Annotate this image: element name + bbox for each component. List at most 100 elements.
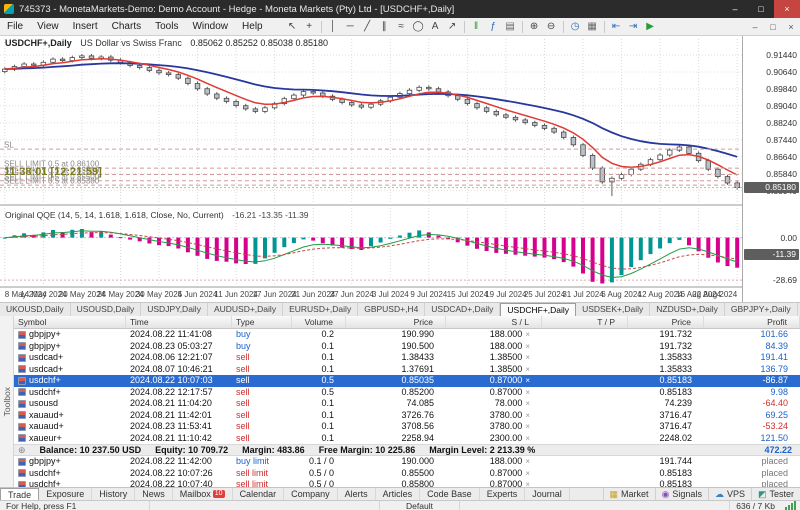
chart-tab-ukousd[interactable]: UKOUSD,Daily	[0, 303, 71, 316]
child-minimize-button[interactable]: –	[746, 19, 764, 35]
vertical-line-icon[interactable]: │	[325, 19, 342, 35]
trade-row[interactable]: usdchf+2024.08.22 10:07:03sell0.50.85035…	[14, 375, 800, 387]
toolbox-tab-exposure[interactable]: Exposure	[39, 488, 92, 500]
sl-close-icon[interactable]: ×	[525, 469, 530, 478]
menu-item-file[interactable]: File	[0, 18, 30, 35]
trade-row[interactable]: usdcad+2024.08.07 10:46:21sell0.11.37691…	[14, 364, 800, 376]
toolbox-tab-calendar[interactable]: Calendar	[233, 488, 285, 500]
arrow-tool-icon[interactable]: ↗	[444, 19, 461, 35]
close-button[interactable]: ×	[774, 0, 800, 18]
indicators-icon[interactable]: ƒ	[485, 19, 502, 35]
child-close-button[interactable]: ×	[782, 19, 800, 35]
chart-tab-gbpusd+[interactable]: GBPUSD+,H4	[358, 303, 425, 316]
timeframes-icon[interactable]: ◷	[567, 19, 584, 35]
toolbox-tab-trade[interactable]: Trade	[0, 488, 39, 500]
sl-close-icon[interactable]: ×	[525, 330, 530, 339]
toolbox-side-tab[interactable]: Toolbox	[0, 316, 14, 487]
crosshair-icon[interactable]: +	[301, 19, 318, 35]
maximize-button[interactable]: □	[748, 0, 774, 18]
toolbox-tab-mailbox[interactable]: Mailbox10	[173, 488, 233, 500]
sl-close-icon[interactable]: ×	[525, 342, 530, 351]
trade-table-header[interactable]: SymbolTimeTypeVolumePriceS / LT / PPrice…	[14, 316, 800, 329]
sl-close-icon[interactable]: ×	[525, 376, 530, 385]
cursor-icon[interactable]: ↖	[284, 19, 301, 35]
fibonacci-icon[interactable]: ≈	[393, 19, 410, 35]
trade-row[interactable]: usdchf+2024.08.22 12:17:57sell0.50.85200…	[14, 387, 800, 399]
column-header-sl[interactable]: S / L	[446, 316, 542, 328]
zoom-out-icon[interactable]: ⊖	[543, 19, 560, 35]
sl-close-icon[interactable]: ×	[525, 457, 530, 466]
trade-row[interactable]: gbpjpy+2024.08.22 11:41:08buy0.2190.9901…	[14, 329, 800, 341]
sl-close-icon[interactable]: ×	[525, 434, 530, 443]
chart-tab-eurusd+[interactable]: EURUSD+,Daily	[283, 303, 358, 316]
horizontal-line-icon[interactable]: ─	[342, 19, 359, 35]
chart-tab-usdsek+[interactable]: USDSEK+,Daily	[576, 303, 650, 316]
chart-tab-gbpjpy+[interactable]: GBPJPY+,Daily	[725, 303, 798, 316]
order-row[interactable]: usdchf+2024.08.22 10:07:40sell limit0.5 …	[14, 479, 800, 487]
order-row[interactable]: usdchf+2024.08.22 10:07:26sell limit0.5 …	[14, 468, 800, 480]
child-restore-button[interactable]: □	[764, 19, 782, 35]
column-header-type[interactable]: Type	[232, 316, 292, 328]
toolbox-tab-experts[interactable]: Experts	[480, 488, 526, 500]
trade-row[interactable]: usdcad+2024.08.06 12:21:07sell0.11.38433…	[14, 352, 800, 364]
menu-item-charts[interactable]: Charts	[105, 18, 148, 35]
equidistant-channel-icon[interactable]: ∥	[376, 19, 393, 35]
menu-item-view[interactable]: View	[30, 18, 66, 35]
sl-close-icon[interactable]: ×	[525, 480, 530, 487]
toolbox-tab-articles[interactable]: Articles	[376, 488, 421, 500]
trade-row[interactable]: usousd2024.08.21 11:04:20sell0.174.08578…	[14, 398, 800, 410]
zoom-in-icon[interactable]: ⊕	[526, 19, 543, 35]
chart-tab-audusd+[interactable]: AUDUSD+,Daily	[208, 303, 283, 316]
corner-button-market[interactable]: ▦Market	[603, 488, 655, 500]
menu-item-window[interactable]: Window	[185, 18, 235, 35]
chart-tab-usdcad+[interactable]: USDCAD+,Daily	[425, 303, 500, 316]
toolbox-tab-history[interactable]: History	[92, 488, 135, 500]
sl-close-icon[interactable]: ×	[525, 399, 530, 408]
trendline-icon[interactable]: ╱	[359, 19, 376, 35]
balance-expand-icon[interactable]: ⊕	[18, 445, 26, 456]
menu-item-insert[interactable]: Insert	[66, 18, 105, 35]
chart-tab-usdchf+[interactable]: USDCHF+,Daily	[500, 303, 576, 316]
sl-close-icon[interactable]: ×	[525, 388, 530, 397]
toolbox-tab-news[interactable]: News	[135, 488, 173, 500]
minimize-button[interactable]: –	[722, 0, 748, 18]
objects-list-icon[interactable]: ▤	[502, 19, 519, 35]
ellipse-icon[interactable]: ◯	[410, 19, 427, 35]
chart-tab-usousd[interactable]: USOUSD,Daily	[71, 303, 142, 316]
text-label-icon[interactable]: A	[427, 19, 444, 35]
chart-tab-nzdusd+[interactable]: NZDUSD+,Daily	[650, 303, 725, 316]
connection-bars-icon[interactable]	[785, 501, 796, 510]
trade-row[interactable]: gbpjpy+2024.08.23 05:03:27buy0.1190.5001…	[14, 341, 800, 353]
sl-close-icon[interactable]: ×	[525, 365, 530, 374]
sl-close-icon[interactable]: ×	[525, 353, 530, 362]
auto-scroll-icon[interactable]: ⇥	[625, 19, 642, 35]
trade-row[interactable]: xauaud+2024.08.21 11:42:01sell0.13726.76…	[14, 410, 800, 422]
corner-button-tester[interactable]: ◩Tester	[751, 488, 800, 500]
sl-close-icon[interactable]: ×	[525, 422, 530, 431]
chart-shift-icon[interactable]: ⇤	[608, 19, 625, 35]
menu-item-help[interactable]: Help	[235, 18, 270, 35]
column-header-tp[interactable]: T / P	[542, 316, 628, 328]
toolbox-tab-journal[interactable]: Journal	[525, 488, 570, 500]
corner-button-signals[interactable]: ◉Signals	[655, 488, 708, 500]
column-header-profit[interactable]: Profit	[704, 316, 800, 328]
column-header-price[interactable]: Price	[346, 316, 446, 328]
toolbox-tab-alerts[interactable]: Alerts	[338, 488, 376, 500]
column-header-time[interactable]: Time	[126, 316, 232, 328]
one-click-trading-icon[interactable]: ▶	[642, 19, 659, 35]
chart-canvas[interactable]: 8 May 202414 May 202420 May 202424 May 2…	[0, 36, 742, 302]
column-header-symbol[interactable]: Symbol	[14, 316, 126, 328]
grid-icon[interactable]: ▦	[584, 19, 601, 35]
menu-item-tools[interactable]: Tools	[148, 18, 185, 35]
column-header-price[interactable]: Price	[628, 316, 704, 328]
toolbox-tab-company[interactable]: Company	[284, 488, 338, 500]
chart-tab-usdjpy[interactable]: USDJPY,Daily	[141, 303, 208, 316]
column-header-volume[interactable]: Volume	[292, 316, 346, 328]
order-row[interactable]: gbpjpy+2024.08.22 11:42:00buy limit0.1 /…	[14, 456, 800, 468]
trade-row[interactable]: xaueur+2024.08.21 11:10:42sell0.12258.94…	[14, 433, 800, 445]
toolbox-tab-code-base[interactable]: Code Base	[420, 488, 480, 500]
trade-row[interactable]: xauaud+2024.08.23 11:53:41sell0.13708.56…	[14, 421, 800, 433]
status-profile[interactable]: Default	[380, 501, 460, 510]
corner-button-vps[interactable]: ☁VPS	[708, 488, 751, 500]
candlestick-chart-icon[interactable]: ‖	[468, 19, 485, 35]
